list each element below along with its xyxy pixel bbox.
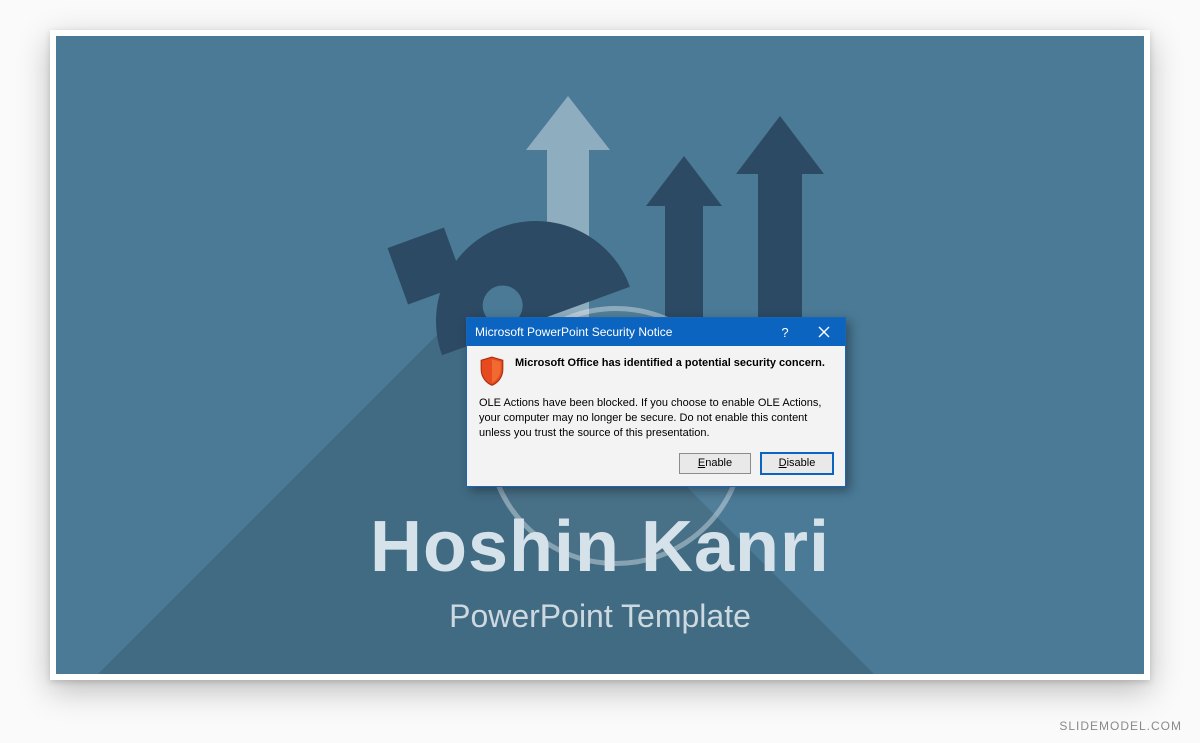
dialog-titlebar[interactable]: Microsoft PowerPoint Security Notice ? xyxy=(467,318,845,346)
slide-subtitle: PowerPoint Template xyxy=(56,598,1144,635)
close-icon[interactable] xyxy=(803,326,845,338)
page-root: Hoshin Kanri PowerPoint Template Microso… xyxy=(0,0,1200,743)
disable-button[interactable]: Disable xyxy=(761,453,833,474)
security-dialog: Microsoft PowerPoint Security Notice ? xyxy=(466,317,846,487)
dialog-message: OLE Actions have been blocked. If you ch… xyxy=(479,396,833,441)
dialog-title-text: Microsoft PowerPoint Security Notice xyxy=(475,325,767,339)
dialog-heading: Microsoft Office has identified a potent… xyxy=(515,356,825,371)
enable-button[interactable]: Enable xyxy=(679,453,751,474)
dialog-body: Microsoft Office has identified a potent… xyxy=(467,346,845,486)
enable-button-rest: nable xyxy=(705,457,732,469)
slide-title: Hoshin Kanri xyxy=(56,506,1144,588)
help-icon[interactable]: ? xyxy=(767,325,803,340)
dialog-button-row: Enable Disable xyxy=(479,453,833,478)
watermark-text: SLIDEMODEL.COM xyxy=(1059,719,1182,733)
shield-icon xyxy=(479,356,505,386)
slide-background: Hoshin Kanri PowerPoint Template Microso… xyxy=(56,36,1144,674)
disable-button-rest: isable xyxy=(787,457,816,469)
slide-frame: Hoshin Kanri PowerPoint Template Microso… xyxy=(50,30,1150,680)
